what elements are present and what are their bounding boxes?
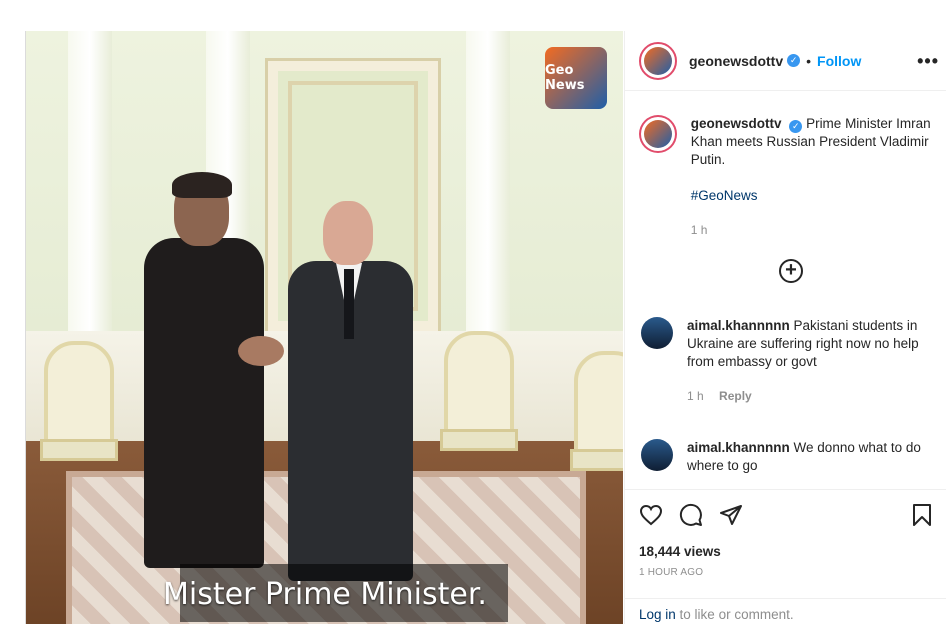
video-caption: Mister Prime Minister. bbox=[163, 577, 487, 612]
account-username[interactable]: geonewsdottv bbox=[689, 53, 783, 69]
reply-button[interactable]: Reply bbox=[719, 389, 752, 403]
comment-icon[interactable] bbox=[679, 503, 703, 532]
action-bar: 18,444 views 1 HOUR AGO bbox=[625, 489, 946, 578]
scene-chair bbox=[440, 331, 518, 451]
video-frame bbox=[26, 31, 623, 624]
more-options-icon[interactable]: ••• bbox=[917, 51, 939, 72]
channel-logo: Geo News bbox=[545, 47, 607, 109]
caption-age: 1 h bbox=[690, 223, 708, 237]
bookmark-icon[interactable] bbox=[911, 503, 933, 532]
caption-avatar[interactable] bbox=[639, 115, 677, 153]
view-count[interactable]: 18,444 views bbox=[639, 544, 933, 559]
comment-age: 1 h bbox=[687, 389, 704, 403]
post-sidebar: geonewsdottv ✓ • Follow ••• geonewsdottv… bbox=[624, 31, 946, 624]
heart-icon[interactable] bbox=[639, 503, 663, 532]
separator-dot: • bbox=[806, 52, 812, 69]
comment-username[interactable]: aimal.khannnnn bbox=[687, 440, 790, 455]
comment-item: aimal.khannnnn We donno what to do where… bbox=[639, 439, 939, 475]
commenter-avatar[interactable] bbox=[641, 317, 673, 349]
comment-item: aimal.khannnnn Pakistani students in Ukr… bbox=[639, 317, 939, 405]
account-avatar[interactable] bbox=[639, 41, 677, 80]
post-timestamp: 1 HOUR AGO bbox=[639, 567, 704, 578]
scene-chair bbox=[570, 351, 623, 471]
caption-username[interactable]: geonewsdottv bbox=[691, 116, 782, 131]
scene-person-right bbox=[288, 201, 413, 581]
scene-chair bbox=[40, 341, 118, 461]
comment-username[interactable]: aimal.khannnnn bbox=[687, 318, 790, 333]
hashtag-link[interactable]: #GeoNews bbox=[691, 187, 939, 205]
login-prompt: Log in to like or comment. bbox=[625, 598, 946, 624]
share-icon[interactable] bbox=[719, 503, 743, 532]
post-header: geonewsdottv ✓ • Follow ••• bbox=[625, 31, 946, 91]
channel-logo-text: Geo News bbox=[545, 63, 585, 93]
login-prompt-text: to like or comment. bbox=[675, 607, 794, 622]
commenter-avatar[interactable] bbox=[641, 439, 673, 471]
scene-handshake bbox=[238, 336, 284, 366]
scene-person-left bbox=[144, 172, 264, 576]
post-media[interactable]: Geo News Mister Prime Minister. bbox=[25, 31, 623, 624]
verified-badge-icon: ✓ bbox=[787, 54, 801, 67]
login-link[interactable]: Log in bbox=[639, 607, 676, 622]
post-caption: geonewsdottv ✓ Prime Minister Imran Khan… bbox=[639, 115, 939, 239]
follow-button[interactable]: Follow bbox=[817, 53, 861, 69]
plus-circle-icon[interactable]: + bbox=[779, 259, 803, 283]
verified-badge-icon: ✓ bbox=[789, 120, 803, 133]
